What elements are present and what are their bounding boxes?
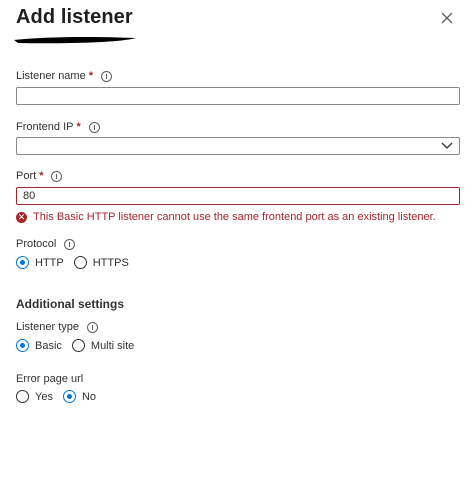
- info-icon[interactable]: [51, 170, 63, 182]
- port-input[interactable]: 80: [16, 187, 460, 205]
- frontend-ip-label-text: Frontend IP: [16, 121, 74, 133]
- panel-title: Add listener: [16, 6, 133, 28]
- info-icon[interactable]: [86, 321, 98, 333]
- required-mark: *: [39, 170, 44, 182]
- port-error-message: ✕ This Basic HTTP listener cannot use th…: [16, 211, 436, 223]
- close-icon[interactable]: [438, 9, 456, 27]
- listener-name-input[interactable]: [16, 87, 460, 105]
- radio-no-label: No: [81, 390, 97, 403]
- radio-selected-icon: [16, 339, 29, 352]
- error-page-url-label-text: Error page url: [16, 373, 84, 385]
- error-page-url-label: Error page url: [16, 373, 83, 385]
- frontend-ip-label: Frontend IP *: [16, 121, 100, 133]
- radio-unselected-icon: [16, 390, 29, 403]
- info-icon[interactable]: [64, 238, 76, 250]
- redaction-scribble: [14, 36, 136, 44]
- frontend-ip-dropdown[interactable]: [16, 137, 460, 155]
- error-page-radio-group: Yes No: [16, 390, 106, 403]
- required-mark: *: [88, 70, 93, 82]
- radio-http-label: HTTP: [35, 256, 64, 269]
- error-icon: ✕: [16, 211, 27, 223]
- protocol-radio-group: HTTP HTTPS: [16, 256, 139, 269]
- radio-basic[interactable]: Basic: [16, 339, 62, 352]
- radio-http[interactable]: HTTP: [16, 256, 64, 269]
- radio-unselected-icon: [73, 256, 87, 269]
- info-icon[interactable]: [88, 121, 100, 133]
- radio-yes[interactable]: Yes: [16, 390, 53, 403]
- radio-yes-label: Yes: [35, 390, 53, 403]
- info-icon[interactable]: [101, 70, 112, 82]
- listener-name-label: Listener name *: [16, 70, 112, 82]
- radio-selected-icon: [62, 390, 76, 403]
- required-mark: *: [76, 121, 81, 133]
- chevron-down-icon: [441, 142, 453, 149]
- port-label: Port *: [16, 170, 63, 182]
- listener-type-label: Listener type: [16, 321, 98, 333]
- listener-name-label-text: Listener name: [16, 70, 86, 82]
- listener-type-label-text: Listener type: [16, 321, 79, 333]
- additional-settings-heading: Additional settings: [16, 297, 124, 311]
- radio-selected-icon: [16, 256, 29, 269]
- radio-no[interactable]: No: [62, 390, 97, 403]
- listener-type-radio-group: Basic Multi site: [16, 339, 144, 352]
- radio-multi-site-label: Multi site: [90, 339, 135, 352]
- radio-https-label: HTTPS: [92, 256, 129, 269]
- radio-basic-label: Basic: [35, 339, 62, 352]
- radio-https[interactable]: HTTPS: [73, 256, 129, 269]
- radio-unselected-icon: [71, 339, 85, 352]
- protocol-label: Protocol: [16, 238, 76, 250]
- radio-multi-site[interactable]: Multi site: [71, 339, 135, 352]
- port-label-text: Port: [16, 170, 37, 182]
- port-error-text: This Basic HTTP listener cannot use the …: [33, 211, 436, 223]
- protocol-label-text: Protocol: [16, 238, 57, 250]
